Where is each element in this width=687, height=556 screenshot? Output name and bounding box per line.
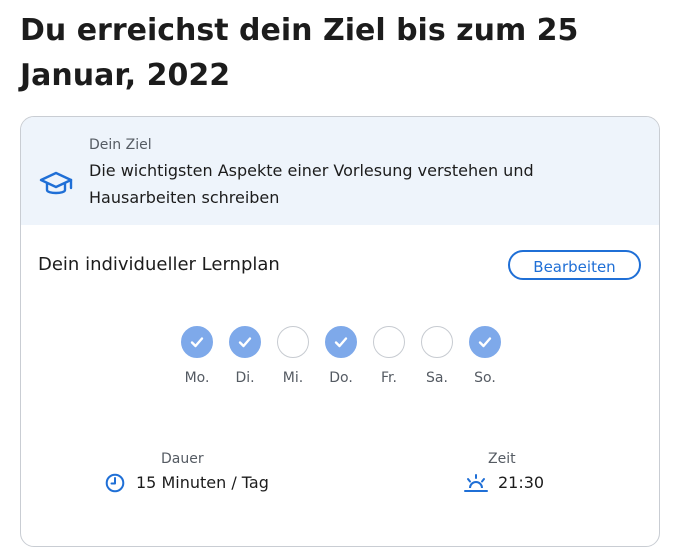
duration-value: 15 Minuten / Tag	[136, 473, 269, 492]
clock-icon	[105, 473, 125, 493]
day-label: Di.	[235, 370, 255, 386]
day-label: Mi.	[282, 370, 304, 386]
day-item-wednesday: Mi.	[269, 326, 317, 386]
day-toggle-thursday[interactable]	[325, 326, 357, 358]
day-item-monday: Mo.	[173, 326, 221, 386]
goal-text: Die wichtigsten Aspekte einer Vorlesung …	[89, 161, 534, 207]
day-toggle-saturday[interactable]	[421, 326, 453, 358]
day-item-saturday: Sa.	[413, 326, 461, 386]
edit-button[interactable]: Bearbeiten	[508, 250, 641, 280]
page: Du erreichst dein Ziel bis zum 25 Januar…	[0, 0, 687, 556]
day-toggle-monday[interactable]	[181, 326, 213, 358]
day-label: Do.	[329, 370, 353, 386]
day-label: So.	[474, 370, 496, 386]
graduation-cap-icon	[39, 171, 73, 195]
checkmark-icon	[478, 337, 492, 348]
day-label: Fr.	[381, 370, 397, 386]
sunset-icon	[464, 474, 488, 492]
goal-section: Dein Ziel Die wichtigsten Aspekte einer …	[21, 117, 659, 225]
day-toggle-wednesday[interactable]	[277, 326, 309, 358]
learning-plan-card: Dein Ziel Die wichtigsten Aspekte einer …	[20, 116, 660, 547]
day-toggle-sunday[interactable]	[469, 326, 501, 358]
time-value: 21:30	[498, 473, 545, 492]
day-item-friday: Fr.	[365, 326, 413, 386]
time-label: Zeit	[488, 451, 516, 467]
checkmark-icon	[334, 337, 348, 348]
day-toggle-tuesday[interactable]	[229, 326, 261, 358]
plan-title: Dein individueller Lernplan	[38, 254, 280, 275]
day-label: Sa.	[426, 370, 448, 386]
page-title: Du erreichst dein Ziel bis zum 25 Januar…	[20, 13, 579, 93]
day-label: Mo.	[184, 370, 210, 386]
day-item-sunday: So.	[461, 326, 509, 386]
day-item-tuesday: Di.	[221, 326, 269, 386]
day-item-thursday: Do.	[317, 326, 365, 386]
weekday-selector: Mo. Di. Mi. Do. Fr. Sa. So.	[173, 326, 509, 396]
duration-label: Dauer	[161, 451, 204, 467]
checkmark-icon	[238, 337, 252, 348]
day-toggle-friday[interactable]	[373, 326, 405, 358]
goal-label: Dein Ziel	[89, 137, 152, 153]
checkmark-icon	[190, 337, 204, 348]
